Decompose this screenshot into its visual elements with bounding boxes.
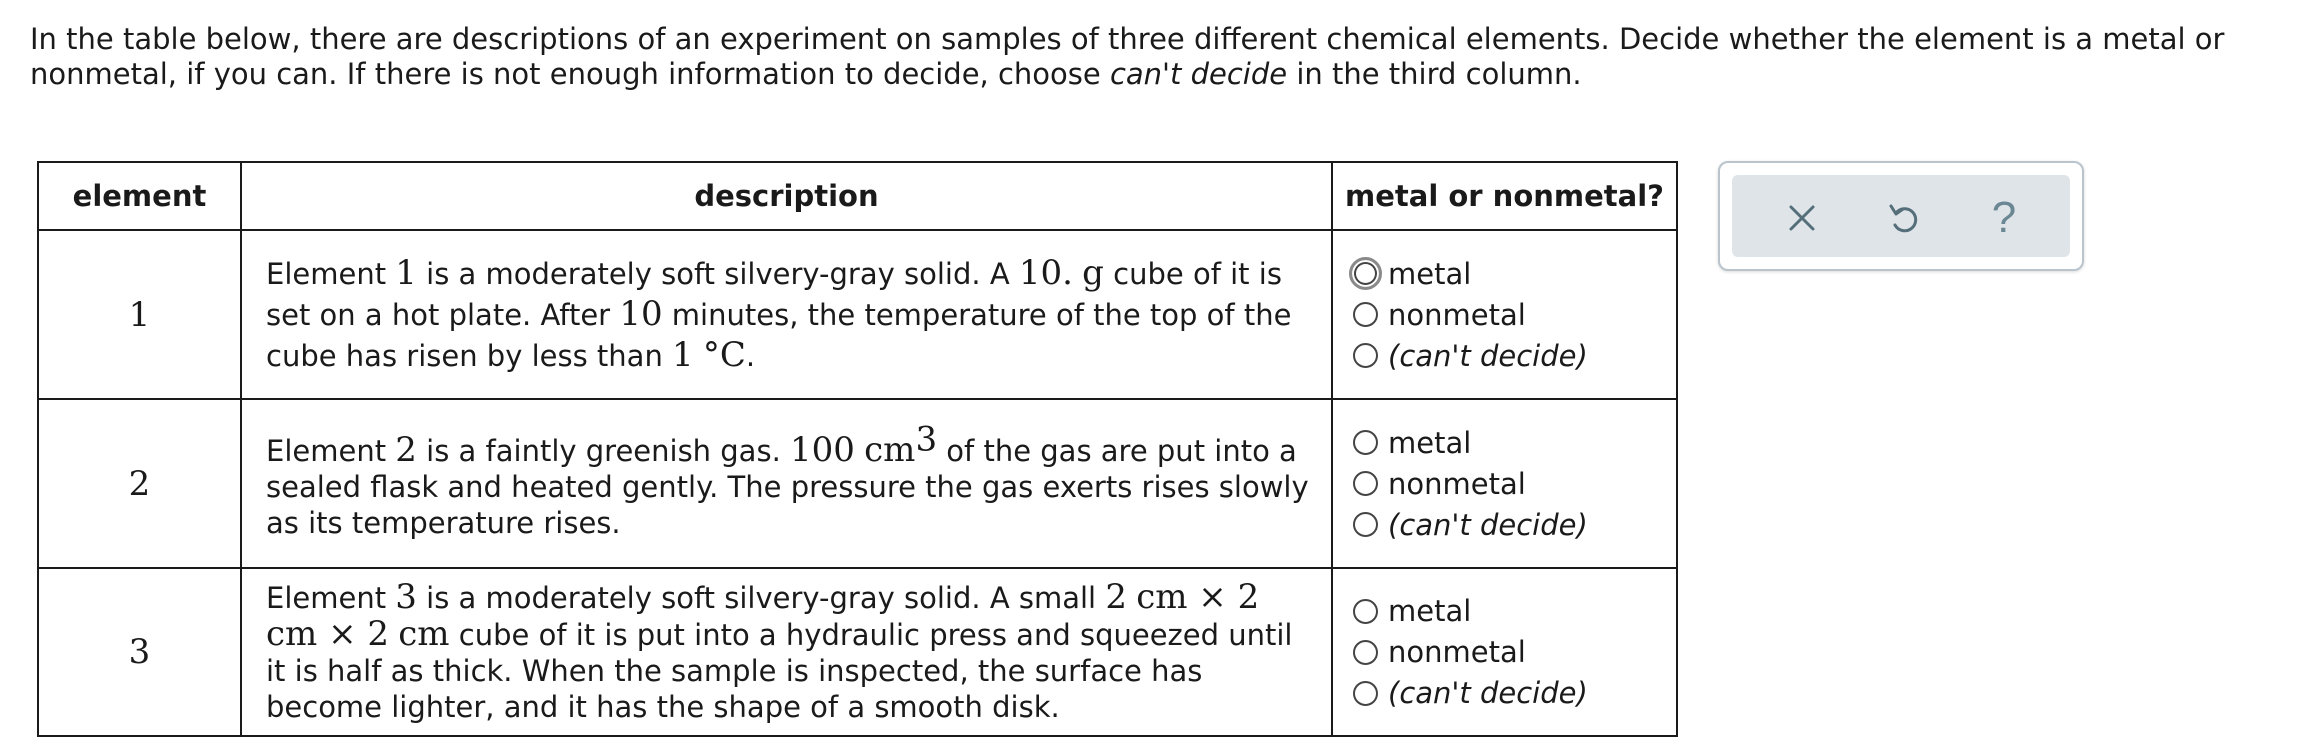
option-label: (can't decide) <box>1388 676 1588 710</box>
help-button[interactable]: ? <box>1974 175 2034 261</box>
instructions-emphasis: can't decide <box>1109 57 1288 91</box>
header-element: element <box>37 161 242 231</box>
option-nonmetal[interactable]: nonmetal <box>1353 463 1676 504</box>
option-nonmetal[interactable]: nonmetal <box>1353 294 1676 335</box>
radio-button[interactable] <box>1353 680 1378 706</box>
table-row: 2 Element 2 is a faintly greenish gas. 1… <box>37 398 1678 569</box>
element-number: 2 <box>37 398 242 569</box>
option-metal[interactable]: metal <box>1349 253 1676 294</box>
clear-button[interactable] <box>1772 175 1832 261</box>
option-cant-decide[interactable]: (can't decide) <box>1353 673 1676 714</box>
answer-toolbar: ? <box>1718 161 2084 271</box>
element-description: Element 3 is a moderately soft silvery-g… <box>240 567 1333 737</box>
option-label: nonmetal <box>1388 635 1526 669</box>
option-cant-decide[interactable]: (can't decide) <box>1353 335 1676 376</box>
undo-button[interactable] <box>1874 175 1934 261</box>
option-cant-decide[interactable]: (can't decide) <box>1353 504 1676 545</box>
radio-button[interactable] <box>1353 471 1378 496</box>
answer-options: metal nonmetal (can't decide) <box>1331 567 1678 737</box>
table-row: 1 Element 1 is a moderately soft silvery… <box>37 229 1678 400</box>
experiment-table: element description metal or nonmetal? 1… <box>37 161 1678 737</box>
option-metal[interactable]: metal <box>1353 591 1676 632</box>
table-row: 3 Element 3 is a moderately soft silvery… <box>37 567 1678 737</box>
option-nonmetal[interactable]: nonmetal <box>1353 632 1676 673</box>
toolbar-inner: ? <box>1732 175 2070 257</box>
radio-button[interactable] <box>1349 257 1382 290</box>
option-metal[interactable]: metal <box>1353 422 1676 463</box>
option-label: (can't decide) <box>1388 338 1588 373</box>
help-icon: ? <box>1991 193 2017 242</box>
option-label: metal <box>1388 594 1472 628</box>
header-metal-or-nonmetal: metal or nonmetal? <box>1331 161 1678 231</box>
answer-options: metal nonmetal (can't decide) <box>1331 229 1678 400</box>
radio-button[interactable] <box>1353 302 1378 327</box>
element-number: 1 <box>37 229 242 400</box>
undo-icon <box>1888 201 1920 235</box>
radio-button[interactable] <box>1353 343 1378 368</box>
element-number: 3 <box>37 567 242 737</box>
close-icon <box>1787 203 1817 233</box>
radio-button[interactable] <box>1353 598 1378 624</box>
option-label: nonmetal <box>1388 466 1526 501</box>
element-description: Element 1 is a moderately soft silvery-g… <box>240 229 1333 400</box>
option-label: metal <box>1388 425 1472 460</box>
header-description: description <box>240 161 1333 231</box>
instructions-text: In the table below, there are descriptio… <box>30 22 2270 92</box>
instructions-part-2: in the third column. <box>1287 57 1582 91</box>
option-label: (can't decide) <box>1388 507 1588 542</box>
radio-button[interactable] <box>1353 639 1378 665</box>
option-label: nonmetal <box>1388 297 1526 332</box>
answer-options: metal nonmetal (can't decide) <box>1331 398 1678 569</box>
option-label: metal <box>1388 256 1472 291</box>
element-description: Element 2 is a faintly greenish gas. 100… <box>240 398 1333 569</box>
radio-button[interactable] <box>1353 430 1378 455</box>
radio-button[interactable] <box>1353 512 1378 537</box>
table-header-row: element description metal or nonmetal? <box>37 161 1678 231</box>
